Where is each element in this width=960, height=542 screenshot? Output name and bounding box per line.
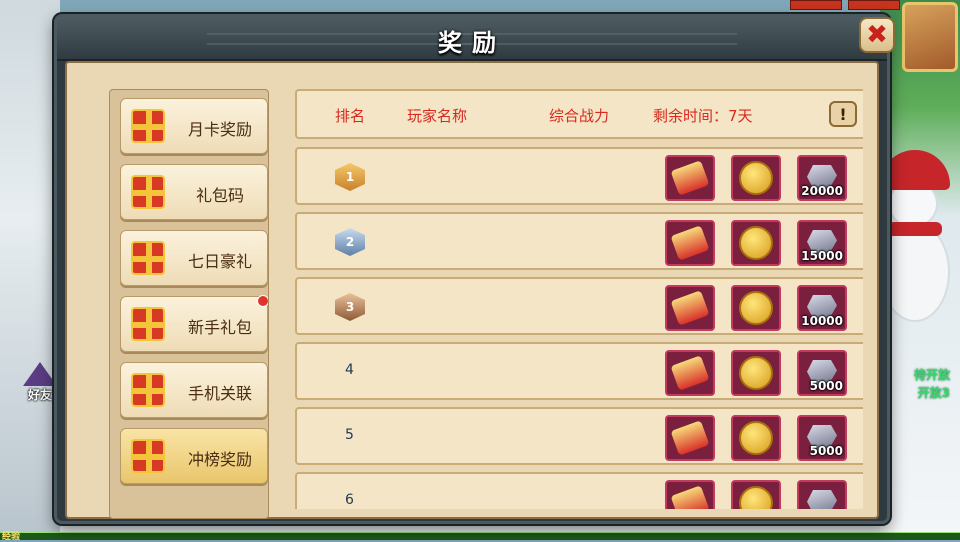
hp-bar bbox=[790, 0, 842, 10]
scroll-icon bbox=[670, 420, 710, 456]
dialog-title: 奖励 bbox=[438, 29, 506, 57]
ranking-panel[interactable]: 排名 玩家名称 综合战力 剩余时间：7天 ! 1 20000 2 15000 3 1000… bbox=[285, 89, 863, 509]
reward-slot[interactable] bbox=[731, 285, 781, 331]
gift-box-icon bbox=[131, 307, 165, 341]
coin-icon bbox=[739, 161, 773, 195]
background-left bbox=[0, 0, 60, 540]
tab-label: 月卡奖励 bbox=[187, 120, 252, 139]
rank-number: 6 bbox=[345, 492, 354, 508]
reward-quantity: 20000 bbox=[801, 184, 843, 198]
header-rank: 排名 bbox=[335, 107, 366, 125]
tab-2[interactable]: 礼包码 bbox=[120, 164, 268, 220]
reward-slot[interactable]: 5000 bbox=[797, 415, 847, 461]
gem-icon bbox=[807, 490, 837, 509]
tab-label: 七日豪礼 bbox=[187, 252, 252, 271]
rank-number: 4 bbox=[345, 362, 354, 378]
snowman-decoration bbox=[880, 150, 950, 330]
close-icon: ✖ bbox=[866, 20, 888, 50]
exclamation-icon: ! bbox=[839, 104, 847, 124]
reward-slot[interactable] bbox=[665, 415, 715, 461]
rank-row: 4 5000 bbox=[295, 342, 863, 400]
gift-box-icon bbox=[131, 373, 165, 407]
scroll-icon bbox=[670, 225, 710, 261]
reward-slot[interactable] bbox=[731, 155, 781, 201]
exp-label: 经验 bbox=[2, 532, 21, 542]
rank-row: 3 10000 bbox=[295, 277, 863, 335]
reward-slot[interactable] bbox=[731, 350, 781, 396]
scroll-icon bbox=[670, 485, 710, 509]
reward-dialog: 奖励 ✖ 月卡奖励礼包码七日豪礼新手礼包手机关联冲榜奖励 排名 玩家名称 综合战… bbox=[54, 14, 895, 524]
reward-quantity: 5000 bbox=[809, 444, 843, 458]
reward-slot[interactable] bbox=[665, 350, 715, 396]
reward-slot[interactable]: 5000 bbox=[797, 350, 847, 396]
tab-list[interactable]: 月卡奖励礼包码七日豪礼新手礼包手机关联冲榜奖励 bbox=[109, 89, 269, 519]
reward-slot[interactable] bbox=[665, 480, 715, 509]
reward-slot[interactable] bbox=[665, 155, 715, 201]
tab-label: 礼包码 bbox=[195, 186, 244, 205]
close-button[interactable]: ✖ bbox=[859, 17, 895, 53]
wizard-hat-icon bbox=[23, 362, 57, 386]
reward-slot[interactable]: 5000 bbox=[797, 480, 847, 509]
tab-5[interactable]: 手机关联 bbox=[120, 362, 268, 418]
title-bar: 奖励 bbox=[57, 17, 887, 61]
ranking-header: 排名 玩家名称 综合战力 剩余时间：7天 ! bbox=[295, 89, 863, 139]
tab-6[interactable]: 冲榜奖励 bbox=[120, 428, 268, 484]
coin-icon bbox=[739, 226, 773, 260]
side-text-1: 待开放 bbox=[913, 368, 950, 382]
tab-4[interactable]: 新手礼包 bbox=[120, 295, 268, 352]
reward-slot[interactable] bbox=[731, 480, 781, 509]
side-text-2: 开放3 bbox=[917, 386, 950, 400]
reward-slot[interactable]: 15000 bbox=[797, 220, 847, 266]
tab-label: 手机关联 bbox=[187, 384, 252, 403]
reward-quantity: 10000 bbox=[801, 314, 843, 328]
header-remaining-time: 剩余时间：7天 bbox=[653, 107, 753, 125]
dialog-body: 月卡奖励礼包码七日豪礼新手礼包手机关联冲榜奖励 排名 玩家名称 综合战力 剩余时… bbox=[65, 61, 879, 519]
reward-slot[interactable] bbox=[731, 220, 781, 266]
player-portrait[interactable] bbox=[902, 2, 958, 72]
scroll-icon bbox=[670, 290, 710, 326]
mp-bar bbox=[848, 0, 900, 10]
reward-slot[interactable]: 20000 bbox=[797, 155, 847, 201]
reward-quantity: 15000 bbox=[801, 249, 843, 263]
scroll-icon bbox=[670, 355, 710, 391]
exp-bar: 经验 bbox=[0, 532, 960, 542]
medal-gold-icon: 1 bbox=[335, 163, 365, 191]
gift-box-icon bbox=[131, 175, 165, 209]
gift-box-icon bbox=[131, 109, 165, 143]
rank-number: 5 bbox=[345, 427, 354, 443]
reward-slot[interactable]: 10000 bbox=[797, 285, 847, 331]
reward-slot[interactable] bbox=[665, 285, 715, 331]
medal-bronze-icon: 3 bbox=[335, 293, 365, 321]
reward-quantity: 5000 bbox=[809, 379, 843, 393]
rank-row: 6 5000 bbox=[295, 472, 863, 509]
coin-icon bbox=[739, 486, 773, 509]
tab-1[interactable]: 月卡奖励 bbox=[120, 98, 268, 154]
rank-row: 1 20000 bbox=[295, 147, 863, 205]
gift-box-icon bbox=[131, 241, 165, 275]
coin-icon bbox=[739, 356, 773, 390]
medal-silver-icon: 2 bbox=[335, 228, 365, 256]
tab-label: 冲榜奖励 bbox=[187, 450, 252, 469]
reward-slot[interactable] bbox=[731, 415, 781, 461]
info-button[interactable]: ! bbox=[829, 101, 857, 127]
rank-row: 5 5000 bbox=[295, 407, 863, 465]
gift-box-icon bbox=[131, 439, 165, 473]
header-power: 综合战力 bbox=[549, 107, 610, 125]
rank-row: 2 15000 bbox=[295, 212, 863, 270]
coin-icon bbox=[739, 291, 773, 325]
tab-label: 新手礼包 bbox=[187, 318, 252, 337]
coin-icon bbox=[739, 421, 773, 455]
tab-3[interactable]: 七日豪礼 bbox=[120, 230, 268, 286]
notification-dot bbox=[257, 295, 268, 307]
scroll-icon bbox=[670, 160, 710, 196]
reward-slot[interactable] bbox=[665, 220, 715, 266]
header-player-name: 玩家名称 bbox=[407, 107, 468, 125]
